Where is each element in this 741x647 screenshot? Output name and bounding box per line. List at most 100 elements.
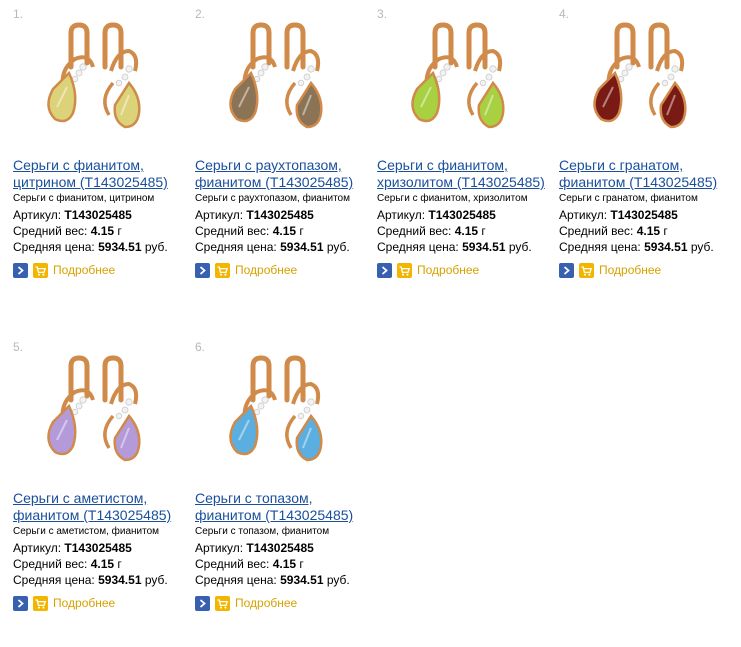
price-label: Средняя цена: [377, 240, 459, 254]
product-subtitle: Серьги с топазом, фианитом [195, 526, 330, 537]
product-image[interactable] [13, 11, 188, 151]
article-row: Артикул: T143025485 [195, 541, 314, 555]
article-value: T143025485 [610, 208, 678, 222]
arrow-right-icon[interactable] [195, 263, 210, 278]
price-value: 5934.51 [98, 573, 142, 587]
price-unit: руб. [144, 240, 168, 254]
product-card: 1. Серьги с фианитом, цитрином (T1430254… [13, 7, 188, 279]
weight-label: Средний вес: [559, 224, 634, 238]
product-title-line[interactable]: фианитом (T143025485) [13, 507, 191, 524]
weight-value: 4.15 [636, 224, 661, 238]
product-title-line[interactable]: Серьги с аметистом, [13, 490, 191, 507]
product-title-line[interactable]: фианитом (T143025485) [559, 174, 737, 191]
article-row: Артикул: T143025485 [13, 541, 132, 555]
arrow-right-icon[interactable] [13, 596, 28, 611]
cart-icon[interactable] [579, 263, 594, 278]
weight-label: Средний вес: [377, 224, 452, 238]
weight-value: 4.15 [90, 224, 115, 238]
product-subtitle: Серьги с раухтопазом, фианитом [195, 193, 350, 204]
details-link[interactable]: Подробнее [417, 263, 479, 278]
price-label: Средняя цена: [13, 573, 95, 587]
product-title-link[interactable]: Серьги с топазом, фианитом (T143025485) [195, 490, 373, 524]
weight-unit: г [299, 557, 304, 571]
weight-value: 4.15 [454, 224, 479, 238]
details-link[interactable]: Подробнее [53, 596, 115, 611]
product-actions: Подробнее [13, 263, 115, 278]
product-subtitle: Серьги с аметистом, фианитом [13, 526, 160, 537]
cart-icon[interactable] [397, 263, 412, 278]
price-row: Средняя цена: 5934.51 руб. [13, 240, 168, 254]
price-label: Средняя цена: [195, 240, 277, 254]
product-image[interactable] [377, 11, 552, 151]
product-image[interactable] [195, 11, 370, 151]
price-value: 5934.51 [462, 240, 506, 254]
product-title-line[interactable]: Серьги с гранатом, [559, 157, 737, 174]
product-actions: Подробнее [377, 263, 479, 278]
price-value: 5934.51 [280, 573, 324, 587]
arrow-right-icon[interactable] [13, 263, 28, 278]
product-card: 6. Серьги с топазом, фианитом (T14302548… [195, 340, 370, 612]
price-unit: руб. [144, 573, 168, 587]
weight-row: Средний вес: 4.15 г [13, 557, 122, 571]
product-title-line[interactable]: фианитом (T143025485) [195, 174, 373, 191]
product-title-link[interactable]: Серьги с гранатом, фианитом (T143025485) [559, 157, 737, 191]
product-image[interactable] [13, 344, 188, 484]
details-link[interactable]: Подробнее [53, 263, 115, 278]
product-title-line[interactable]: цитрином (T143025485) [13, 174, 191, 191]
product-title-link[interactable]: Серьги с фианитом, хризолитом (T14302548… [377, 157, 555, 191]
details-link[interactable]: Подробнее [599, 263, 661, 278]
article-row: Артикул: T143025485 [13, 208, 132, 222]
arrow-right-icon[interactable] [195, 596, 210, 611]
product-card: 5. Серьги с аметистом, фианитом (T143025… [13, 340, 188, 612]
arrow-right-icon[interactable] [559, 263, 574, 278]
arrow-right-icon[interactable] [377, 263, 392, 278]
article-row: Артикул: T143025485 [559, 208, 678, 222]
price-row: Средняя цена: 5934.51 руб. [377, 240, 532, 254]
weight-label: Средний вес: [195, 224, 270, 238]
cart-icon[interactable] [33, 596, 48, 611]
product-title-line[interactable]: фианитом (T143025485) [195, 507, 373, 524]
weight-row: Средний вес: 4.15 г [377, 224, 486, 238]
cart-icon[interactable] [33, 263, 48, 278]
product-image[interactable] [195, 344, 370, 484]
price-unit: руб. [326, 573, 350, 587]
details-link[interactable]: Подробнее [235, 596, 297, 611]
weight-value: 4.15 [272, 557, 297, 571]
product-title-link[interactable]: Серьги с фианитом, цитрином (T143025485) [13, 157, 191, 191]
article-label: Артикул: [195, 541, 244, 555]
article-value: T143025485 [64, 208, 132, 222]
product-actions: Подробнее [195, 596, 297, 611]
product-title-link[interactable]: Серьги с аметистом, фианитом (T143025485… [13, 490, 191, 524]
price-value: 5934.51 [644, 240, 688, 254]
weight-unit: г [481, 224, 486, 238]
price-value: 5934.51 [98, 240, 142, 254]
cart-icon[interactable] [215, 596, 230, 611]
price-row: Средняя цена: 5934.51 руб. [13, 573, 168, 587]
details-link[interactable]: Подробнее [235, 263, 297, 278]
price-row: Средняя цена: 5934.51 руб. [195, 240, 350, 254]
product-title-line[interactable]: Серьги с топазом, [195, 490, 373, 507]
cart-icon[interactable] [215, 263, 230, 278]
article-label: Артикул: [377, 208, 426, 222]
earrings-illustration [593, 22, 687, 129]
weight-unit: г [299, 224, 304, 238]
product-title-line[interactable]: Серьги с раухтопазом, [195, 157, 373, 174]
weight-row: Средний вес: 4.15 г [195, 557, 304, 571]
price-row: Средняя цена: 5934.51 руб. [195, 573, 350, 587]
product-title-line[interactable]: хризолитом (T143025485) [377, 174, 555, 191]
product-title-link[interactable]: Серьги с раухтопазом, фианитом (T1430254… [195, 157, 373, 191]
article-label: Артикул: [559, 208, 608, 222]
weight-value: 4.15 [272, 224, 297, 238]
product-title-line[interactable]: Серьги с фианитом, [13, 157, 191, 174]
article-row: Артикул: T143025485 [377, 208, 496, 222]
product-subtitle: Серьги с фианитом, цитрином [13, 193, 155, 204]
product-image[interactable] [559, 11, 734, 151]
product-card: 3. Серьги с фианитом, хризолитом (T14302… [377, 7, 552, 279]
product-actions: Подробнее [195, 263, 297, 278]
article-value: T143025485 [428, 208, 496, 222]
earrings-illustration [47, 22, 141, 129]
article-value: T143025485 [246, 208, 314, 222]
weight-label: Средний вес: [195, 557, 270, 571]
weight-row: Средний вес: 4.15 г [559, 224, 668, 238]
product-title-line[interactable]: Серьги с фианитом, [377, 157, 555, 174]
